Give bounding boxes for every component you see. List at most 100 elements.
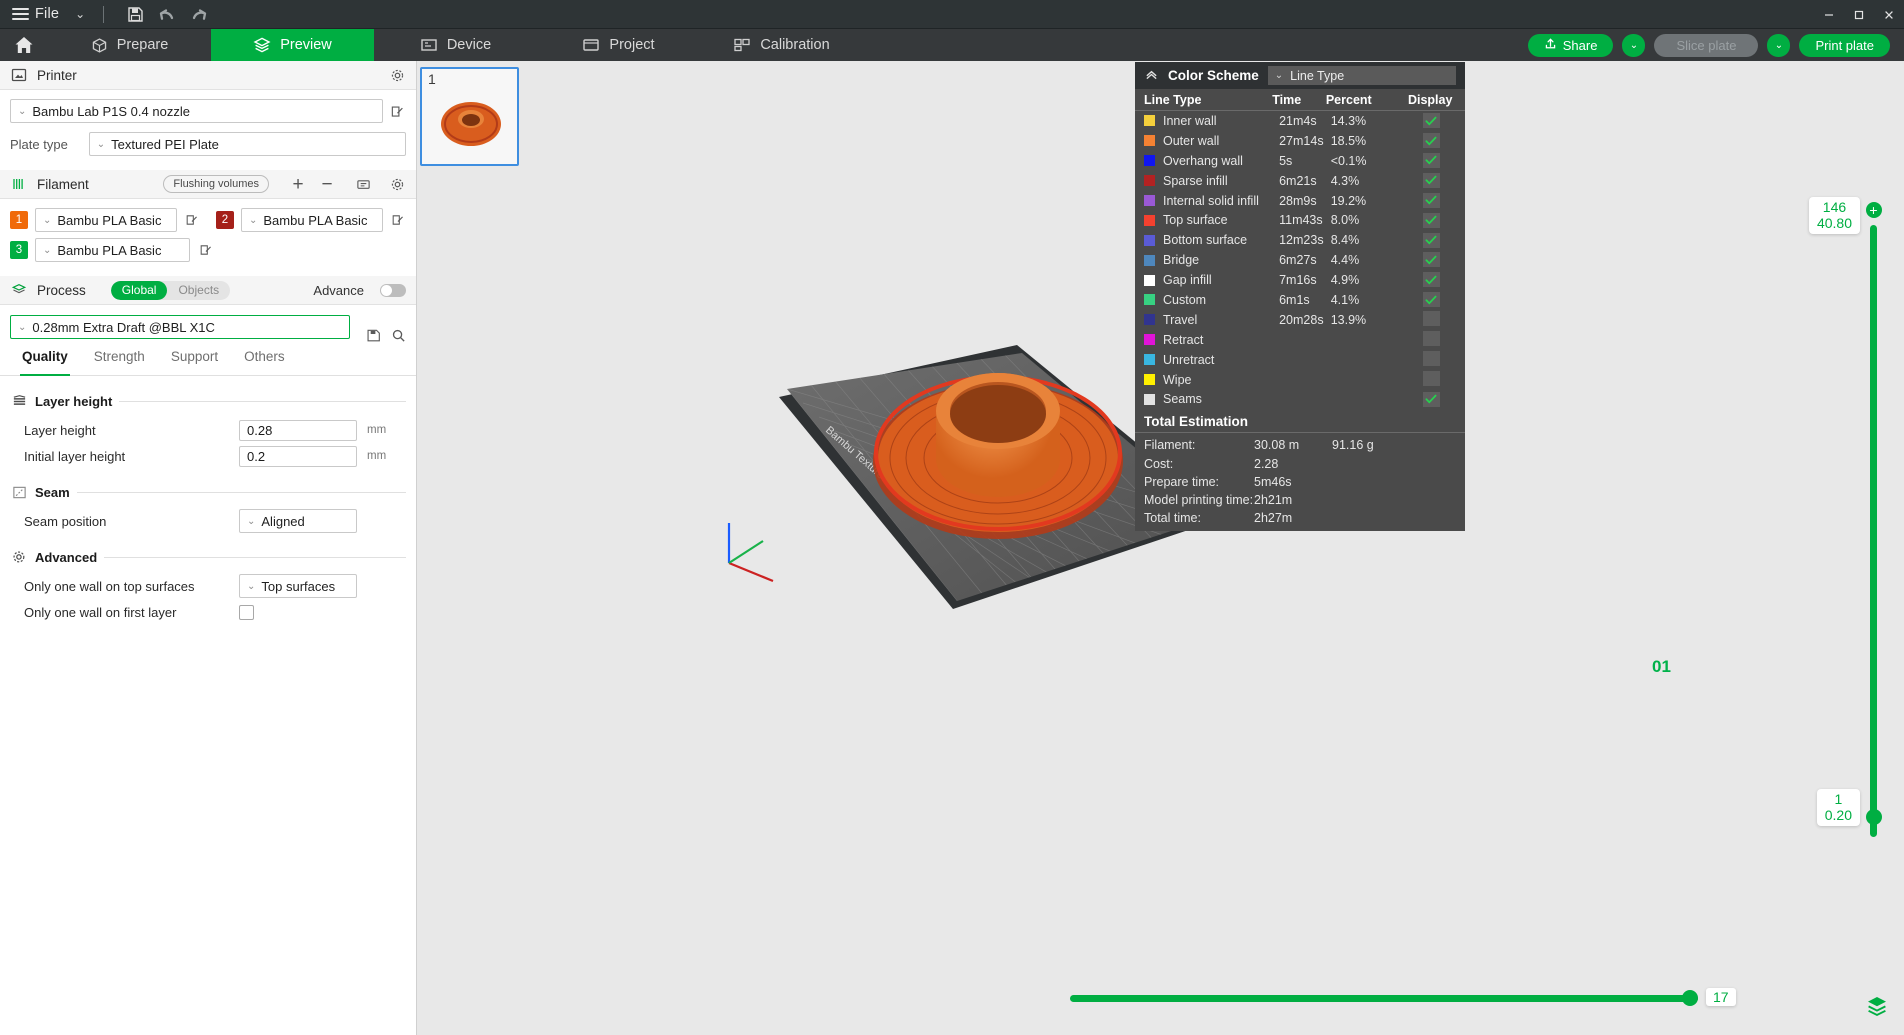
select-seam-position[interactable]: ⌄ Aligned [239,509,357,533]
filament-edit-icon-1[interactable] [184,211,200,229]
line-type-display-checkbox[interactable] [1422,212,1440,228]
process-preset-input[interactable]: ⌄ 0.28mm Extra Draft @BBL X1C [10,315,350,339]
filament-settings-gear-icon[interactable] [388,175,406,193]
process-layers-icon [10,281,28,299]
line-type-display-checkbox[interactable] [1422,113,1440,129]
slice-plate-button[interactable]: Slice plate [1654,33,1759,57]
layer-slider-knob[interactable] [1865,809,1882,825]
select-one-wall-top[interactable]: ⌄ Top surfaces [239,574,357,598]
tab-calibration[interactable]: Calibration [700,29,863,61]
color-scheme-row[interactable]: Custom 6m1s 4.1% [1135,290,1465,310]
filament-select-3[interactable]: ⌄ Bambu PLA Basic [35,238,190,262]
color-scheme-row[interactable]: Top surface 11m43s 8.0% [1135,210,1465,230]
home-icon[interactable] [0,29,48,61]
plate-thumbnail-1[interactable]: 1 [420,67,519,166]
tab-project[interactable]: Project [537,29,700,61]
color-scheme-view-select[interactable]: ⌄ Line Type [1267,66,1456,85]
move-slider-knob[interactable] [1682,990,1698,1006]
group-layer-height-title: Layer height [35,393,113,409]
color-scheme-row[interactable]: Overhang wall 5s <0.1% [1135,151,1465,171]
filament-section-header: Filament Flushing volumes + − [0,170,416,199]
move-slider[interactable]: 17 [1070,988,1736,1007]
line-type-display-checkbox[interactable] [1422,391,1440,407]
layer-slider-increase-button[interactable]: + [1865,202,1882,218]
3d-viewport[interactable]: Bambu Textured PEI Plate 01 [417,61,1904,1035]
color-scheme-row[interactable]: Outer wall 27m14s 18.5% [1135,131,1465,151]
share-button[interactable]: Share [1527,33,1614,57]
color-scheme-row[interactable]: Inner wall 21m4s 14.3% [1135,111,1465,131]
layer-slider-track[interactable] [1870,225,1877,837]
chevron-up-icon[interactable] [1144,68,1159,84]
line-type-display-checkbox[interactable] [1422,370,1440,386]
search-preset-icon[interactable] [391,328,406,348]
line-type-display-checkbox[interactable] [1422,330,1440,346]
chevron-down-icon[interactable]: ⌄ [75,7,85,21]
filament-edit-icon-3[interactable] [197,241,215,259]
color-scheme-row[interactable]: Bridge 6m27s 4.4% [1135,250,1465,270]
layer-slider-bottom-bubble: 1 0.20 [1816,789,1860,827]
color-scheme-row[interactable]: Unretract [1135,350,1465,370]
filament-edit-icon-2[interactable] [390,211,406,229]
save-icon[interactable] [122,3,148,25]
filament-select-2[interactable]: ⌄ Bambu PLA Basic [241,208,383,232]
line-type-display-checkbox[interactable] [1422,310,1440,326]
advance-toggle[interactable] [380,283,406,297]
line-type-display-checkbox[interactable] [1422,252,1440,268]
file-menu-label[interactable]: File [35,6,59,22]
line-type-display-checkbox[interactable] [1422,172,1440,188]
view-layers-button[interactable] [1864,993,1890,1019]
plate-type-select[interactable]: ⌄ Textured PEI Plate [88,132,406,156]
redo-icon[interactable] [186,3,212,25]
line-type-display-checkbox[interactable] [1422,292,1440,308]
slice-dropdown-button[interactable]: ⌄ [1622,33,1646,57]
move-slider-track[interactable] [1070,995,1698,1002]
print-dropdown-button[interactable]: ⌄ [1767,33,1791,57]
line-type-display-checkbox[interactable] [1422,272,1440,288]
input-layer-height[interactable]: 0.28 [239,419,357,441]
color-scheme-row[interactable]: Travel 20m28s 13.9% [1135,310,1465,330]
color-scheme-row[interactable]: Retract [1135,330,1465,350]
color-scheme-row[interactable]: Seams [1135,389,1465,409]
line-type-display-checkbox[interactable] [1422,133,1440,149]
save-preset-icon[interactable] [366,328,381,348]
tab-quality[interactable]: Quality [20,349,70,376]
print-plate-button[interactable]: Print plate [1799,33,1890,57]
undo-icon[interactable] [154,3,180,25]
tab-preview[interactable]: Preview [211,29,374,61]
color-scheme-row[interactable]: Internal solid infill 28m9s 19.2% [1135,191,1465,211]
close-button[interactable] [1874,0,1904,29]
line-type-display-checkbox[interactable] [1422,192,1440,208]
tab-device[interactable]: Device [374,29,537,61]
process-scope-toggle[interactable]: Global Objects [110,280,231,300]
minimize-button[interactable] [1814,0,1844,29]
layer-slider[interactable]: + 146 40.80 1 0.20 [1808,197,1886,861]
printer-edit-icon[interactable] [388,102,406,120]
tab-others[interactable]: Others [244,349,285,375]
line-type-display-checkbox[interactable] [1422,350,1440,366]
line-type-display-checkbox[interactable] [1422,152,1440,168]
filament-select-1[interactable]: ⌄ Bambu PLA Basic [35,208,177,232]
cube-icon [91,37,108,54]
line-type-time: 7m16s [1279,273,1317,288]
estimation-label: Cost: [1144,456,1174,471]
maximize-button[interactable] [1844,0,1874,29]
color-scheme-row[interactable]: Wipe [1135,370,1465,390]
checkbox-one-wall-first-layer[interactable] [239,604,254,620]
printer-preset-select[interactable]: ⌄ Bambu Lab P1S 0.4 nozzle [10,99,384,123]
add-filament-button[interactable]: + [288,175,308,194]
scope-global-option[interactable]: Global [110,280,168,300]
scope-objects-option[interactable]: Objects [167,281,230,300]
remove-filament-button[interactable]: − [317,175,337,194]
printer-settings-gear-icon[interactable] [388,66,406,84]
menu-icon[interactable] [12,8,29,20]
color-scheme-row[interactable]: Gap infill 7m16s 4.9% [1135,270,1465,290]
flushing-volumes-button[interactable]: Flushing volumes [163,175,269,193]
input-initial-layer-height[interactable]: 0.2 [239,445,357,467]
line-type-display-checkbox[interactable] [1422,232,1440,248]
tab-prepare[interactable]: Prepare [48,29,211,61]
tab-strength[interactable]: Strength [94,349,145,375]
tab-support[interactable]: Support [171,349,218,375]
color-scheme-row[interactable]: Sparse infill 6m21s 4.3% [1135,171,1465,191]
color-scheme-row[interactable]: Bottom surface 12m23s 8.4% [1135,230,1465,250]
filament-sync-icon[interactable] [354,175,372,193]
